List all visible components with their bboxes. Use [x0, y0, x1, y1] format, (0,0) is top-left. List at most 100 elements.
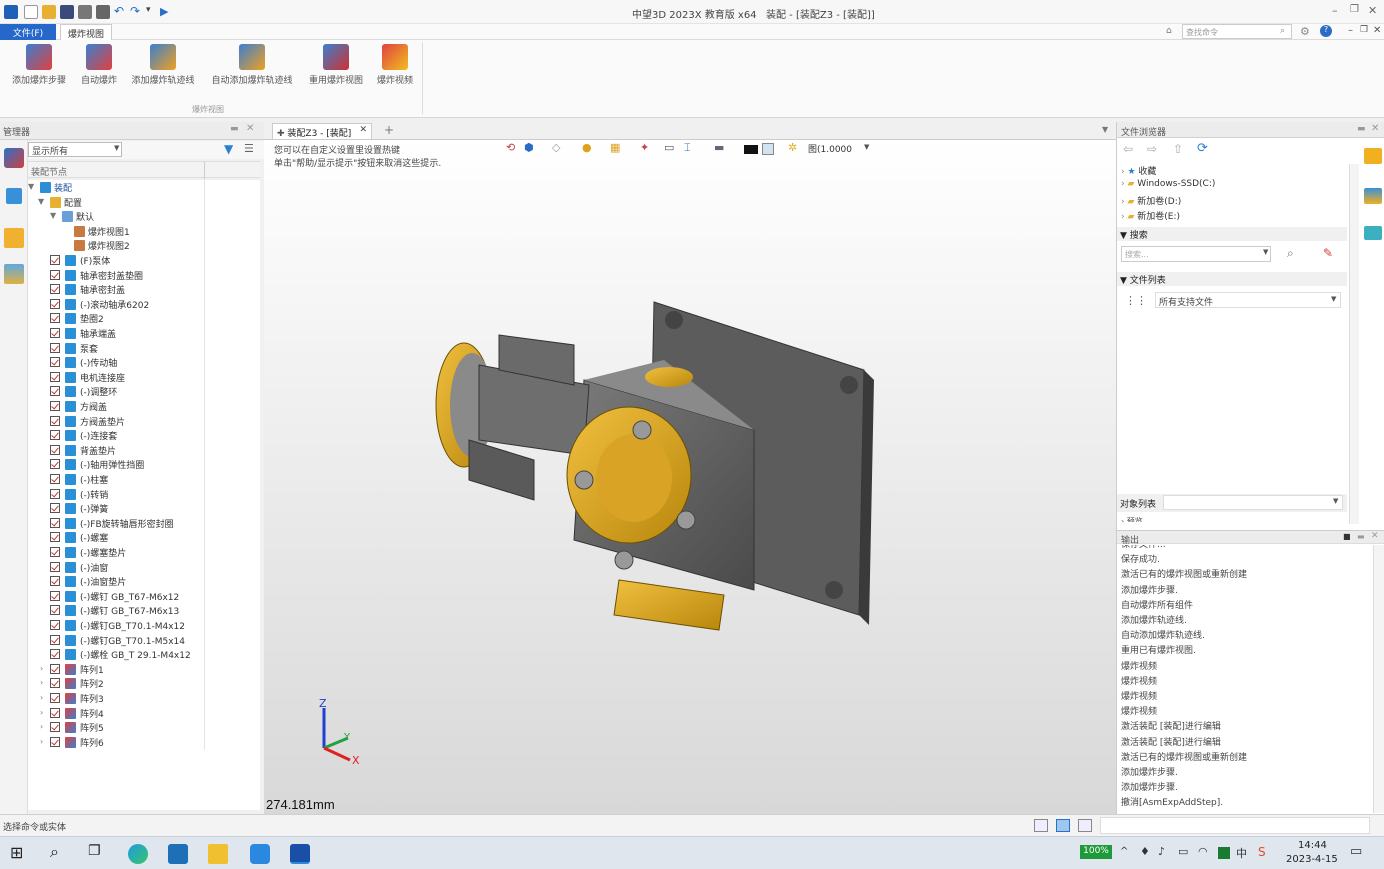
settings-icon[interactable]: ⚙: [1300, 25, 1310, 38]
measure-icon[interactable]: ⌶: [684, 141, 691, 155]
visibility-checkbox[interactable]: [50, 561, 60, 572]
clock-time[interactable]: 14:44: [1298, 840, 1327, 851]
visibility-checkbox[interactable]: [50, 736, 60, 747]
mail-icon[interactable]: [168, 844, 188, 864]
chevron-right-icon[interactable]: ›: [40, 678, 43, 687]
history-icon[interactable]: [6, 188, 22, 204]
inner-minimize-button[interactable]: –: [1348, 25, 1353, 36]
tray-chevron-icon[interactable]: ^: [1120, 846, 1128, 857]
visibility-checkbox[interactable]: [50, 328, 60, 338]
image-icon[interactable]: [4, 264, 24, 284]
visibility-checkbox[interactable]: [50, 663, 60, 674]
file-menu-tab[interactable]: 文件(F): [0, 24, 56, 40]
visibility-checkbox[interactable]: [50, 444, 60, 455]
preview-section-header[interactable]: › 预览: [1121, 516, 1143, 522]
app-tray-icon[interactable]: [1218, 847, 1230, 859]
visibility-checkbox[interactable]: [50, 620, 60, 630]
render-mode-icon[interactable]: ●: [582, 141, 592, 154]
chevron-down-icon[interactable]: ▼: [38, 197, 44, 206]
more-icon[interactable]: ▾: [146, 5, 160, 19]
app-logo-icon[interactable]: [4, 5, 18, 19]
file-explorer-icon[interactable]: [208, 844, 228, 864]
visibility-checkbox[interactable]: [50, 357, 60, 368]
visibility-checkbox[interactable]: [50, 590, 60, 601]
visibility-checkbox[interactable]: [50, 634, 60, 645]
file-tree-item[interactable]: › ★ 收藏: [1121, 164, 1156, 177]
explode-video-button[interactable]: 爆炸视频: [372, 44, 418, 86]
refresh-icon[interactable]: ⟳: [1197, 141, 1208, 156]
file-tree-item[interactable]: › ▰ 新加卷(E:): [1121, 209, 1180, 222]
visibility-checkbox[interactable]: [50, 517, 60, 528]
visibility-checkbox[interactable]: [50, 678, 60, 689]
zoom-value-field[interactable]: 图(1.0000: [808, 142, 852, 155]
help-icon[interactable]: ?: [1320, 25, 1332, 37]
view-manager-icon[interactable]: [4, 228, 24, 248]
folder-icon[interactable]: [1364, 148, 1382, 164]
command-search-input[interactable]: 查找命令: [1182, 24, 1292, 39]
forward-arrow-icon[interactable]: ⇨: [1147, 142, 1157, 156]
display-filter-select[interactable]: 显示所有: [28, 142, 122, 157]
command-input[interactable]: [1100, 817, 1370, 834]
visibility-checkbox[interactable]: [50, 401, 60, 411]
reuse-explode-view-button[interactable]: 重用爆炸视图: [304, 44, 368, 86]
restore-button[interactable]: ❐: [1350, 4, 1359, 15]
output-stop-icon[interactable]: ■: [1343, 532, 1351, 541]
visibility-checkbox[interactable]: [50, 693, 60, 703]
search-dropdown-icon[interactable]: ▼: [1263, 248, 1268, 256]
open-folder-icon[interactable]: [42, 5, 56, 19]
input-method-icon[interactable]: 中: [1236, 845, 1247, 861]
visibility-checkbox[interactable]: [50, 547, 60, 557]
windows-start-icon[interactable]: ⊞: [10, 843, 23, 862]
visibility-checkbox[interactable]: [50, 707, 60, 718]
chevron-right-icon[interactable]: ›: [40, 693, 43, 702]
security-tray-icon[interactable]: S: [1258, 845, 1266, 859]
layout-icon-2[interactable]: [1056, 819, 1070, 832]
wifi-icon[interactable]: ◠: [1198, 845, 1208, 858]
inner-close-button[interactable]: ✕: [1373, 25, 1381, 36]
zw3d-taskbar-icon[interactable]: [290, 844, 310, 864]
back-arrow-icon[interactable]: ⇦: [1123, 142, 1133, 156]
microphone-icon[interactable]: ♦: [1140, 845, 1150, 858]
tab-list-icon[interactable]: ▼: [1102, 125, 1108, 134]
output-scrollbar[interactable]: [1373, 545, 1384, 813]
visibility-checkbox[interactable]: [50, 430, 60, 441]
document-tab[interactable]: ✚ 装配Z3 - [装配] ✕: [272, 123, 372, 139]
panel-close-icon[interactable]: ✕: [246, 123, 254, 134]
visibility-checkbox[interactable]: [50, 386, 60, 397]
light-icon[interactable]: ✲: [788, 141, 797, 154]
search-section-header[interactable]: ▼ 搜索: [1117, 227, 1347, 241]
filter-view-icon[interactable]: ✦: [640, 141, 649, 154]
volume-icon[interactable]: ♪: [1158, 845, 1165, 858]
zoom-dropdown-icon[interactable]: ▼: [864, 143, 869, 151]
visibility-checkbox[interactable]: [50, 342, 60, 353]
visibility-checkbox[interactable]: [50, 649, 60, 660]
auto-explode-button[interactable]: 自动爆炸: [76, 44, 122, 86]
edge-browser-icon[interactable]: [128, 844, 148, 864]
file-search-icon[interactable]: ⌕: [1287, 246, 1294, 261]
chevron-right-icon[interactable]: ›: [40, 722, 43, 731]
notification-icon[interactable]: ▭: [1350, 844, 1362, 859]
chevron-right-icon[interactable]: ›: [40, 664, 43, 673]
part-library-icon[interactable]: [1364, 226, 1382, 240]
close-button[interactable]: ✕: [1368, 4, 1377, 17]
undo-icon[interactable]: ↶: [114, 5, 128, 19]
pump-assembly-model[interactable]: [424, 290, 894, 640]
battery-indicator[interactable]: 100%: [1080, 845, 1112, 859]
pin-icon[interactable]: ▬: [230, 124, 239, 134]
file-search-input[interactable]: 搜索...: [1121, 246, 1271, 262]
tab-close-icon[interactable]: ✕: [359, 125, 367, 135]
visibility-checkbox[interactable]: [50, 488, 60, 499]
up-arrow-icon[interactable]: ⇧: [1173, 142, 1183, 156]
browser-close-icon[interactable]: ✕: [1371, 123, 1379, 134]
visibility-checkbox[interactable]: [50, 532, 60, 543]
visibility-checkbox[interactable]: [50, 503, 60, 514]
print-icon[interactable]: [78, 5, 92, 19]
display-icon[interactable]: ▬: [714, 141, 724, 154]
output-pin-icon[interactable]: ▬: [1357, 532, 1365, 541]
visibility-checkbox[interactable]: [50, 415, 60, 426]
filter-icon[interactable]: ▼: [224, 142, 233, 156]
browser-scrollbar[interactable]: [1349, 164, 1359, 524]
visibility-checkbox[interactable]: [50, 269, 60, 280]
grid-icon[interactable]: [762, 143, 774, 155]
clear-search-icon[interactable]: ✎: [1323, 246, 1333, 260]
